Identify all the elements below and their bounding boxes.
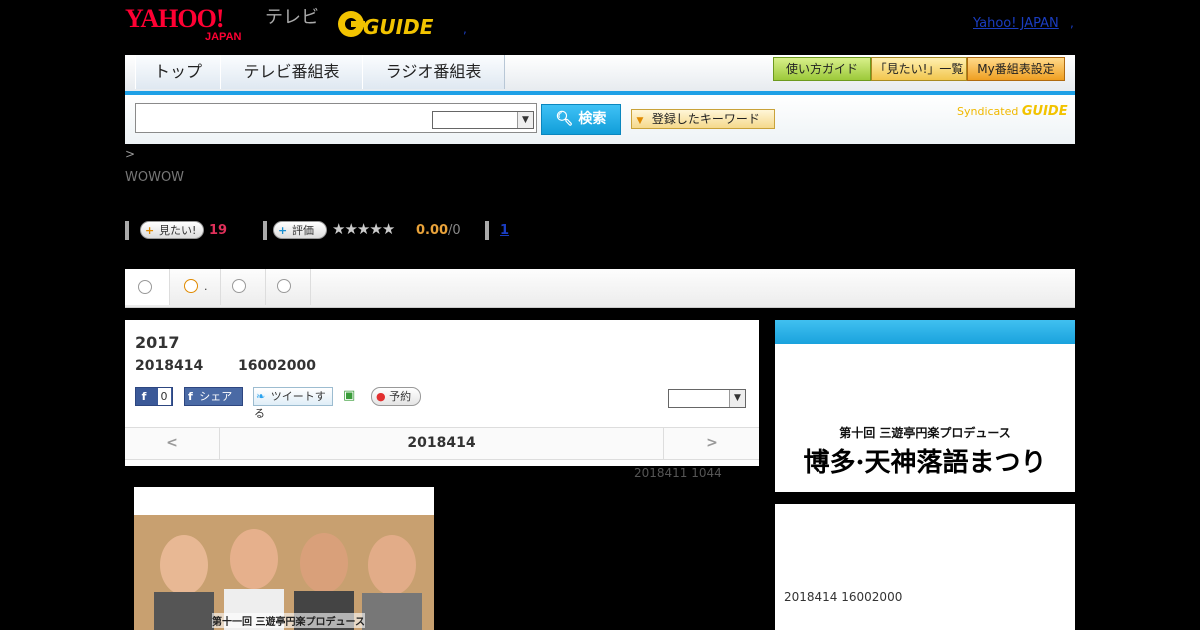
star-icon: ★: [344, 220, 357, 238]
tab-top[interactable]: トップ: [135, 55, 221, 89]
plus-icon: +: [145, 224, 155, 237]
add-calendar-icon[interactable]: ▣: [343, 387, 361, 406]
syndicated-gguide-badge: Syndicated GUIDE: [957, 104, 1068, 119]
want-count: 19: [209, 223, 228, 238]
sidebar-program-info: 2018414 16002000: [784, 590, 903, 604]
next-day-button[interactable]: >: [663, 428, 760, 459]
usage-guide-button[interactable]: 使い方ガイド: [773, 57, 871, 81]
program-date: 2018414: [135, 358, 204, 374]
last-updated: 2018411 1044: [634, 466, 722, 480]
tab-3[interactable]: [221, 269, 266, 305]
divider: [125, 221, 129, 240]
play-icon: [232, 279, 246, 293]
search-icon: 🔍︎: [555, 111, 574, 127]
star-icon: ★: [381, 220, 395, 238]
play-icon: [184, 279, 198, 293]
program-tabstrip: .: [125, 269, 1075, 308]
star-icon: ★: [332, 220, 345, 238]
thumbnail-caption: 第十一回 三遊亭円楽プロデュース: [212, 613, 365, 628]
play-icon: [277, 279, 291, 293]
chevron-down-icon: [138, 280, 152, 294]
current-date: 2018414: [407, 435, 476, 451]
channel-name: WOWOW: [125, 170, 185, 185]
share-label: シェア: [199, 390, 233, 403]
search-button[interactable]: 🔍︎ 検索: [541, 104, 621, 135]
rating-stars: ★★★★★: [332, 220, 395, 238]
facebook-like-button[interactable]: f 0: [135, 387, 173, 406]
program-time: 16002000: [238, 358, 316, 374]
tv-label: テレビ: [265, 7, 319, 28]
divider: [263, 221, 267, 240]
rate-button[interactable]: + 評価: [273, 221, 327, 239]
prev-day-button[interactable]: <: [125, 428, 220, 459]
yahoo-japan-link[interactable]: Yahoo! JAPAN: [973, 16, 1059, 31]
want-list-button[interactable]: 「見たい!」一覧: [871, 57, 967, 81]
tab-tv-listings[interactable]: テレビ番組表: [220, 55, 363, 89]
facebook-like-count: 0: [157, 388, 171, 405]
date-pager: < 2018414 >: [125, 427, 759, 460]
header-separator-right: ,: [1070, 16, 1074, 30]
banner-subtitle: 第十回 三遊亭円楽プロデュース: [839, 426, 1011, 440]
tweet-button[interactable]: ❧ ツイートする: [253, 387, 333, 420]
reserve-label: 予約: [389, 390, 412, 403]
rating-value: 0.00: [416, 223, 449, 238]
breadcrumb[interactable]: >: [125, 147, 135, 161]
divider: [485, 221, 489, 240]
search-category-select[interactable]: ▼: [432, 111, 534, 129]
want-button-label: 見たい!: [159, 224, 197, 237]
want-button[interactable]: + 見たい!: [140, 221, 204, 239]
record-dot-icon: ●: [376, 390, 386, 403]
banner-title: 博多·天神落語まつり: [803, 448, 1047, 478]
program-action-select[interactable]: ▼: [668, 389, 746, 408]
star-icon: ★: [369, 220, 382, 238]
star-icon: ★: [356, 220, 370, 238]
facebook-share-button[interactable]: f シェア: [184, 387, 243, 406]
reserve-button[interactable]: ● 予約: [371, 387, 421, 406]
dropdown-arrow-icon: ▼: [636, 116, 644, 126]
facebook-icon: f: [141, 390, 147, 403]
search-button-label: 検索: [578, 111, 607, 127]
yahoo-logo-text: YAHOO!: [125, 4, 224, 33]
plus-icon: +: [278, 224, 288, 237]
main-nav: トップ テレビ番組表 ラジオ番組表 使い方ガイド 「見たい!」一覧 My番組表設…: [125, 55, 1075, 95]
gguide-logo-text: GUIDE: [363, 15, 434, 39]
tab-program-info[interactable]: [125, 269, 170, 305]
rating-count: /0: [448, 223, 461, 238]
saved-keywords-label: 登録したキーワード: [651, 112, 760, 126]
yahoo-japan-logo[interactable]: YAHOO! JAPAN: [125, 4, 241, 43]
program-title: 2017: [135, 333, 180, 352]
rakugo-performers-photo: [134, 487, 434, 630]
tab-radio-listings[interactable]: ラジオ番組表: [362, 55, 505, 89]
header-separator: ,: [463, 22, 467, 36]
saved-keywords-button[interactable]: ▼ 登録したキーワード: [631, 109, 775, 129]
program-thumbnail: 第十一回 三遊亭円楽プロデュース: [134, 487, 434, 630]
banner-bottom-band: [775, 492, 1075, 504]
facebook-icon: f: [188, 390, 193, 403]
tab-2[interactable]: .: [170, 269, 221, 305]
gguide-logo[interactable]: GUIDE: [335, 7, 435, 41]
syndicated-label: Syndicated: [957, 105, 1019, 118]
chevron-down-icon: ▼: [729, 390, 745, 407]
chevron-down-icon: ▼: [517, 112, 533, 128]
sidebar-header: [775, 320, 1075, 344]
japan-logo-text: JAPAN: [205, 31, 242, 43]
tab-2-label: .: [204, 280, 208, 293]
rate-button-label: 評価: [292, 224, 314, 237]
gguide-small-logo: GUIDE: [1021, 104, 1068, 119]
my-listings-settings-button[interactable]: My番組表設定: [967, 57, 1065, 81]
tab-4[interactable]: [266, 269, 311, 305]
review-link[interactable]: 1: [500, 223, 509, 238]
twitter-bird-icon: ❧: [256, 390, 266, 403]
event-banner[interactable]: 第十回 三遊亭円楽プロデュース 博多·天神落語まつり: [775, 354, 1075, 548]
